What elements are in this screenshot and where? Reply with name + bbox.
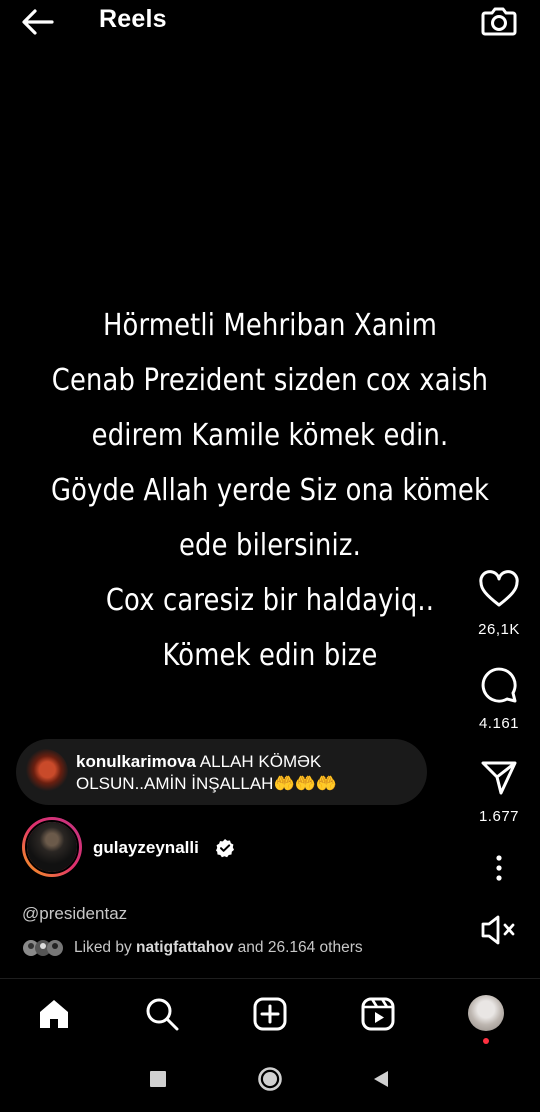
system-home-icon[interactable] — [257, 1066, 283, 1092]
liker-username[interactable]: natigfattahov — [136, 939, 233, 956]
profile-avatar-tab[interactable] — [468, 995, 504, 1031]
comment-bubble-icon[interactable] — [476, 664, 522, 704]
search-icon[interactable] — [144, 996, 180, 1032]
camera-icon[interactable] — [480, 2, 518, 40]
page-title: Reels — [99, 5, 167, 33]
reels-icon[interactable] — [360, 996, 396, 1032]
caption-line: Cenab Prezident sizden cox xaish — [51, 363, 489, 398]
like-count: 26,1K — [478, 621, 520, 638]
caption-line: edirem Kamile kömek edin. — [91, 418, 449, 453]
verified-badge-icon — [215, 838, 235, 858]
back-arrow-icon[interactable] — [20, 6, 56, 38]
caption-line: Cox caresiz bir haldayiq.. — [105, 583, 435, 618]
share-send-icon[interactable] — [476, 757, 522, 797]
author-username[interactable]: gulayzeynalli — [93, 838, 199, 858]
home-icon[interactable] — [36, 996, 72, 1032]
top-comment-text[interactable]: konulkarimova ALLAH KÖMƏK OLSUN..AMİN İN… — [76, 751, 406, 795]
commenter-avatar[interactable] — [22, 749, 68, 795]
liked-by-summary[interactable]: Liked by natigfattahov and 26.164 others — [74, 939, 363, 957]
liker-avatars — [22, 938, 68, 958]
author-avatar[interactable] — [25, 820, 79, 874]
comment-count: 4.161 — [478, 715, 520, 732]
reel-caption-overlay: Hörmetli Mehriban Xanim Cenab Prezident … — [38, 298, 502, 683]
notification-dot — [483, 1038, 489, 1044]
commenter-username[interactable]: konulkarimova — [76, 752, 196, 771]
praying-hands-emoji: 🤲🤲🤲 — [273, 774, 337, 793]
more-options-icon[interactable] — [476, 850, 522, 890]
caption-line: Göyde Allah yerde Siz ona kömek — [50, 473, 490, 508]
caption-line: ede bilersiniz. — [179, 528, 361, 563]
system-back-icon[interactable] — [372, 1069, 390, 1089]
recent-apps-icon[interactable] — [150, 1071, 166, 1087]
like-heart-icon[interactable] — [476, 570, 522, 610]
create-post-icon[interactable] — [252, 996, 288, 1032]
caption-line: Kömek edin bize — [162, 638, 378, 673]
caption-line: Hörmetli Mehriban Xanim — [102, 308, 438, 343]
nav-divider — [0, 978, 540, 979]
mute-speaker-icon[interactable] — [476, 910, 522, 950]
tagged-account-link[interactable]: @presidentaz — [22, 904, 127, 924]
share-count: 1.677 — [478, 808, 520, 825]
